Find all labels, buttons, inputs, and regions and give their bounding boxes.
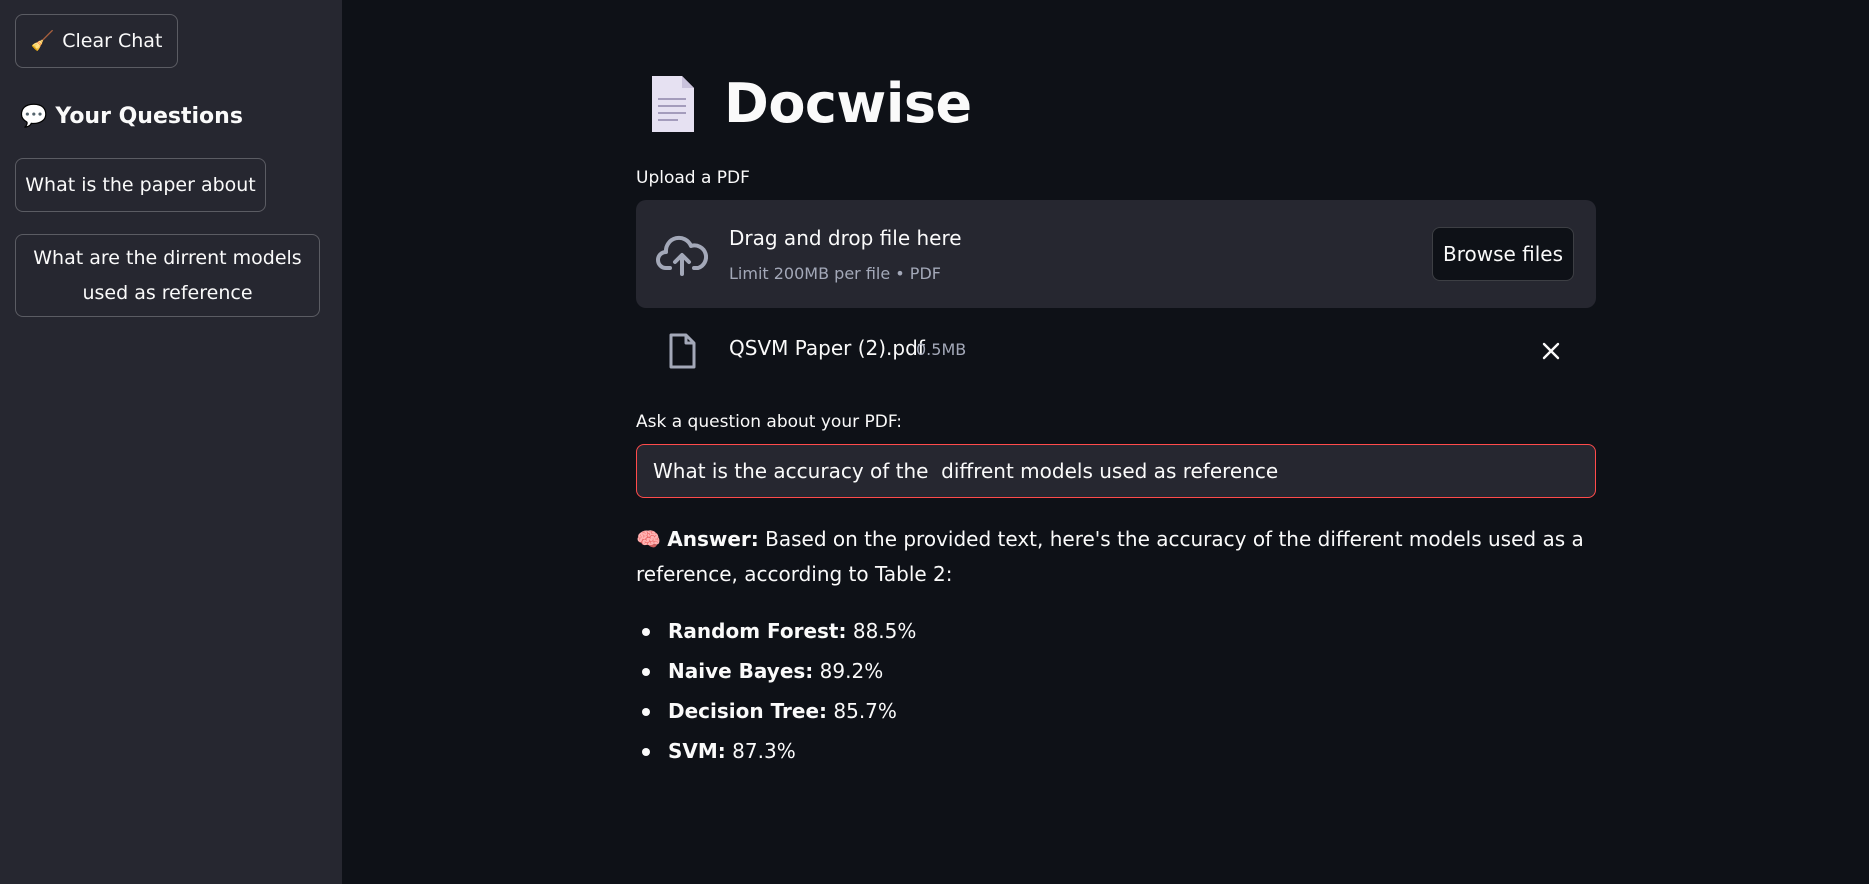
uploaded-file: QSVM Paper (2).pdf 0.5MB [636, 330, 1596, 372]
model-accuracy: 87.3% [732, 739, 796, 763]
clear-chat-label: Clear Chat [62, 29, 163, 52]
file-size: 0.5MB [916, 340, 967, 359]
sidebar: 🧹 Clear Chat 💬 Your Questions What is th… [0, 0, 342, 884]
question-history-button[interactable]: What are the dirrent models used as refe… [15, 234, 320, 317]
model-accuracy: 89.2% [819, 659, 884, 683]
your-questions-heading: 💬 Your Questions [20, 104, 243, 129]
answer-text: 🧠 Answer: Based on the provided text, he… [636, 522, 1596, 592]
answer-body: Based on the provided text, here's the a… [636, 527, 1584, 586]
document-icon [652, 75, 694, 132]
model-accuracy: 88.5% [852, 619, 917, 643]
dropzone-subtitle: Limit 200MB per file • PDF [729, 264, 941, 283]
browse-files-button[interactable]: Browse files [1432, 227, 1574, 281]
accuracy-list: Random Forest: 88.5% Naive Bayes: 89.2% … [636, 612, 916, 772]
model-name: Naive Bayes: [668, 659, 814, 683]
page-title: Docwise [724, 72, 972, 135]
list-item: SVM: 87.3% [636, 732, 916, 772]
clear-chat-button[interactable]: 🧹 Clear Chat [15, 14, 178, 68]
list-item: Naive Bayes: 89.2% [636, 652, 916, 692]
question-history-button[interactable]: What is the paper about [15, 158, 266, 212]
question-input[interactable] [636, 444, 1596, 498]
file-icon [669, 333, 696, 369]
model-name: SVM: [668, 739, 726, 763]
cloud-upload-icon [656, 235, 708, 276]
header: Docwise [648, 72, 972, 135]
upload-label: Upload a PDF [636, 168, 750, 188]
file-name: QSVM Paper (2).pdf [729, 336, 925, 360]
dropzone-title: Drag and drop file here [729, 226, 962, 250]
answer-prefix: Answer: [667, 527, 759, 551]
close-icon[interactable] [1542, 342, 1560, 360]
list-item: Random Forest: 88.5% [636, 612, 916, 652]
your-questions-label: Your Questions [55, 104, 243, 129]
model-name: Decision Tree: [668, 699, 828, 723]
brain-icon: 🧠 [636, 527, 661, 551]
file-dropzone[interactable]: Drag and drop file here Limit 200MB per … [636, 200, 1596, 308]
model-accuracy: 85.7% [833, 699, 897, 723]
speech-bubble-icon: 💬 [20, 104, 48, 129]
question-label: Ask a question about your PDF: [636, 412, 903, 432]
list-item: Decision Tree: 85.7% [636, 692, 916, 732]
model-name: Random Forest: [668, 619, 847, 643]
broom-icon: 🧹 [30, 29, 55, 52]
